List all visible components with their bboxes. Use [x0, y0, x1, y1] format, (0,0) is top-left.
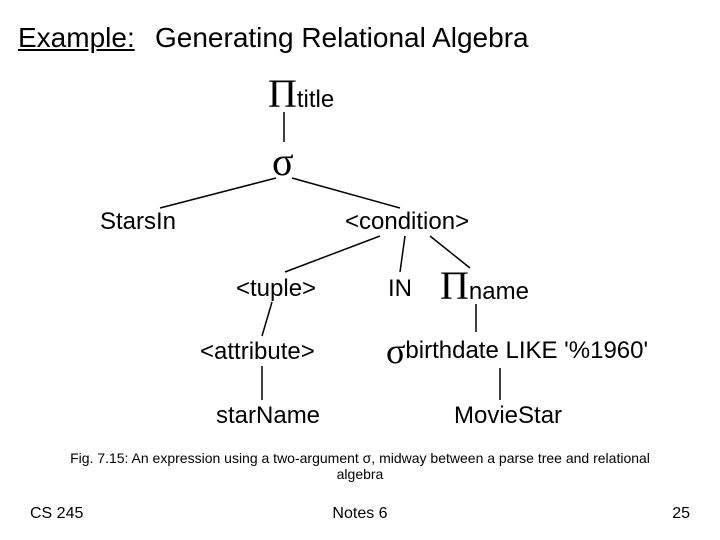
- footer-right: 25: [672, 505, 690, 523]
- node-pi-title: Πtitle: [268, 70, 334, 117]
- figure-caption: Fig. 7.15: An expression using a two-arg…: [60, 450, 660, 482]
- node-in: IN: [388, 275, 412, 303]
- node-moviestar: MovieStar: [454, 402, 562, 430]
- node-sigma: σ: [272, 138, 294, 185]
- pi-name-sub: name: [469, 278, 529, 305]
- node-starname: starName: [216, 402, 320, 430]
- sigma-bd-op: σ: [386, 331, 405, 371]
- node-attribute: <attribute>: [200, 338, 315, 366]
- title-prefix: Example:: [18, 22, 135, 54]
- node-starsin: StarsIn: [100, 208, 176, 236]
- node-condition: <condition>: [345, 208, 469, 236]
- pi-name-op: Π: [440, 263, 469, 308]
- pi-op: Π: [268, 71, 297, 116]
- slide: Example: Generating Relational Algebra Π…: [0, 0, 720, 540]
- node-tuple: <tuple>: [236, 275, 316, 303]
- sigma-bd-sub: birthdate LIKE '%1960': [405, 337, 648, 364]
- pi-title-sub: title: [297, 86, 334, 113]
- node-sigma-bd: σbirthdate LIKE '%1960': [386, 330, 648, 372]
- node-pi-name: Πname: [440, 262, 529, 309]
- footer-mid: Notes 6: [0, 505, 720, 523]
- title-rest: Generating Relational Algebra: [155, 22, 529, 54]
